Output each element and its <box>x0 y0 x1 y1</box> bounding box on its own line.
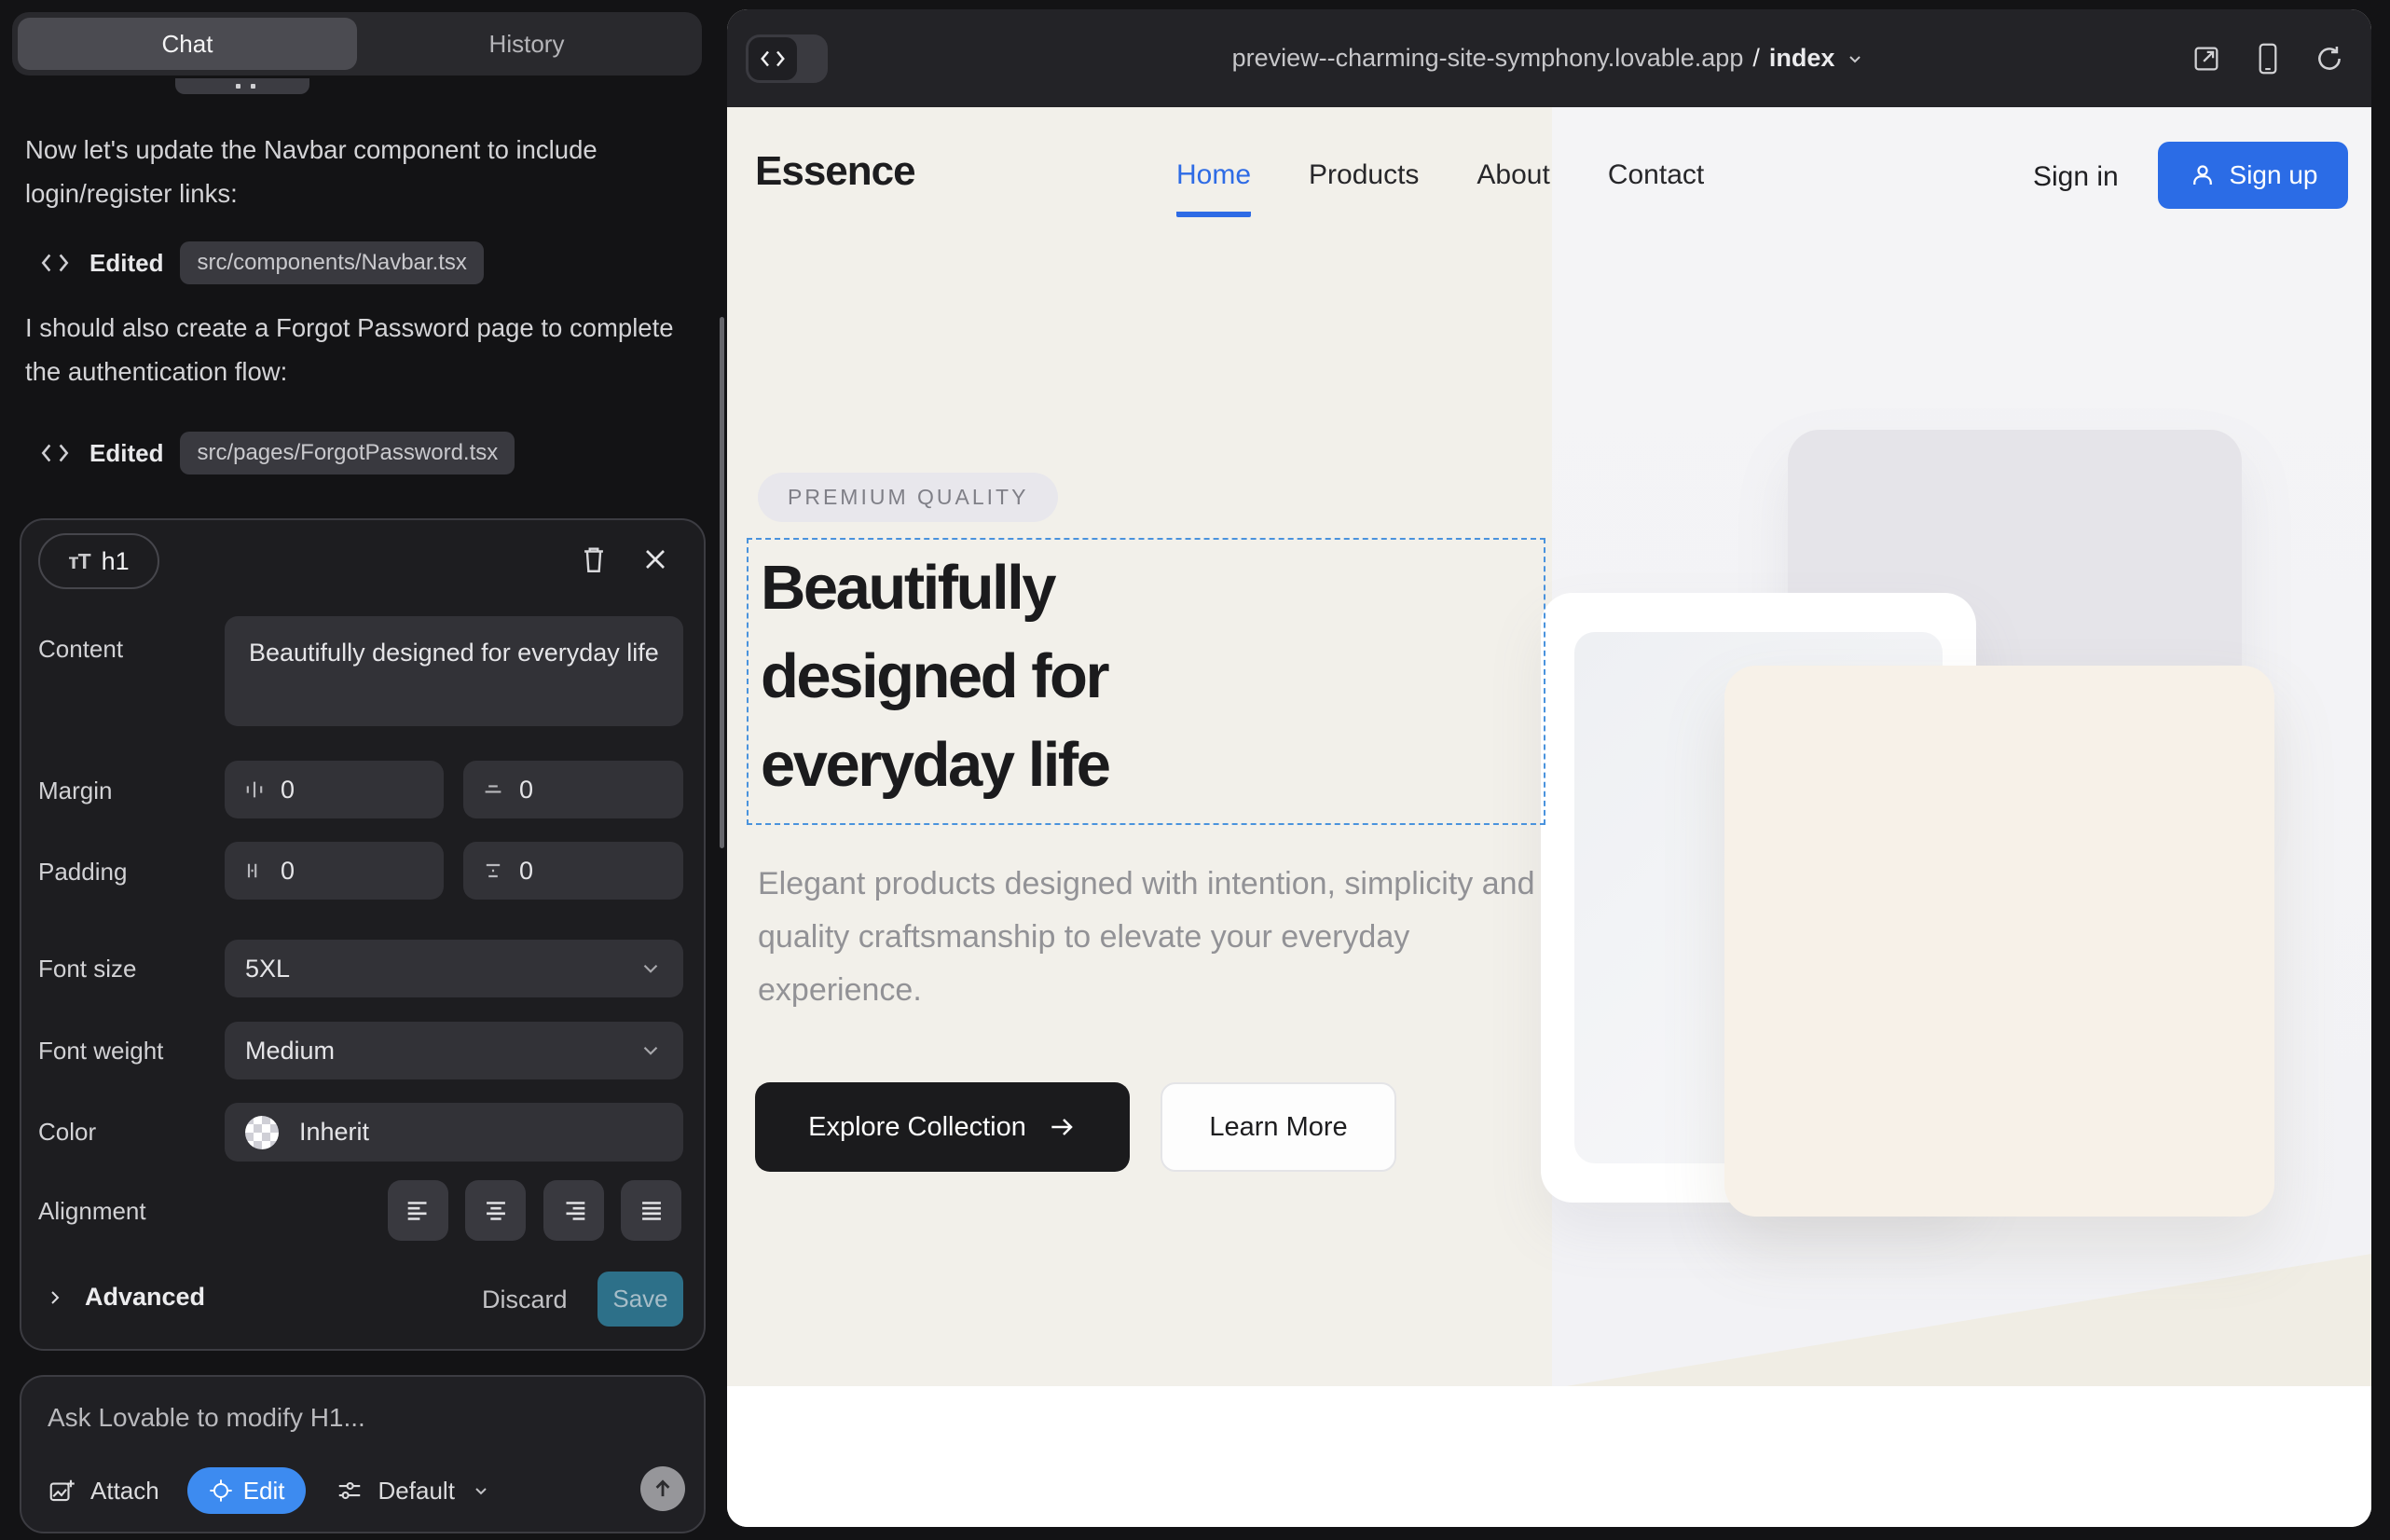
open-external-icon[interactable] <box>2191 43 2222 75</box>
discard-button[interactable]: Discard <box>482 1286 568 1314</box>
signup-button[interactable]: Sign up <box>2158 142 2348 209</box>
target-icon <box>208 1478 234 1504</box>
site-logo[interactable]: Essence <box>755 148 915 195</box>
edit-mode-button[interactable]: Edit <box>187 1467 306 1514</box>
url-separator: / <box>1752 44 1760 73</box>
code-icon <box>759 47 787 71</box>
site-nav: Home Products About Contact <box>1176 159 1704 217</box>
chat-composer: Ask Lovable to modify H1... Attach Edit … <box>20 1375 706 1533</box>
decor-card-cream <box>1724 666 2274 1217</box>
advanced-toggle[interactable]: Advanced <box>44 1283 205 1312</box>
hero-description: Elegant products designed with intention… <box>758 858 1578 1017</box>
chevron-down-icon <box>1844 48 1866 70</box>
align-justify-button[interactable] <box>621 1180 681 1241</box>
code-preview-toggle[interactable] <box>746 34 828 83</box>
signin-link[interactable]: Sign in <box>2033 161 2119 193</box>
edited-file-row: Edited src/pages/ForgotPassword.tsx <box>37 431 515 475</box>
nav-link-products[interactable]: Products <box>1309 159 1419 217</box>
send-button[interactable] <box>640 1466 685 1511</box>
padding-horizontal-icon <box>243 859 266 882</box>
url-path: index <box>1769 44 1835 73</box>
chat-scrollbar[interactable] <box>720 317 724 848</box>
content-label: Content <box>38 635 123 664</box>
hero-badge: PREMIUM QUALITY <box>758 473 1058 522</box>
margin-label: Margin <box>38 777 112 805</box>
nav-link-home[interactable]: Home <box>1176 159 1251 217</box>
chevron-down-icon <box>639 1038 663 1063</box>
padding-x-input[interactable]: 0 <box>225 842 444 900</box>
edited-label: Edited <box>89 249 163 278</box>
arrow-up-icon <box>650 1476 676 1502</box>
padding-y-input[interactable]: 0 <box>463 842 683 900</box>
refresh-icon[interactable] <box>2314 43 2345 75</box>
nav-link-contact[interactable]: Contact <box>1608 159 1704 217</box>
user-icon <box>2189 161 2217 189</box>
content-input[interactable]: Beautifully designed for everyday life <box>225 616 683 726</box>
url-domain: preview--charming-site-symphony.lovable.… <box>1232 44 1744 73</box>
section-below-hero <box>727 1386 2371 1527</box>
edited-file-row: Edited src/components/Navbar.tsx <box>37 241 484 285</box>
chevron-down-icon <box>639 956 663 981</box>
margin-x-input[interactable]: 0 <box>225 761 444 818</box>
nav-link-about[interactable]: About <box>1477 159 1549 217</box>
preview-browser: preview--charming-site-symphony.lovable.… <box>727 9 2371 1527</box>
padding-label: Padding <box>38 858 127 887</box>
learn-more-button[interactable]: Learn More <box>1161 1082 1396 1172</box>
sliders-icon <box>336 1477 364 1505</box>
chevron-right-icon <box>44 1286 66 1309</box>
tab-chat[interactable]: Chat <box>18 18 357 70</box>
attach-image-icon <box>48 1477 76 1505</box>
margin-vertical-icon <box>482 778 504 801</box>
font-weight-select[interactable]: Medium <box>225 1022 683 1079</box>
align-right-button[interactable] <box>543 1180 604 1241</box>
site-viewport: Essence Home Products About Contact Sign… <box>727 107 2371 1527</box>
save-button[interactable]: Save <box>598 1272 683 1327</box>
file-chip[interactable]: src/pages/ForgotPassword.tsx <box>180 432 515 474</box>
color-select[interactable]: Inherit <box>225 1103 683 1162</box>
font-weight-label: Font weight <box>38 1037 163 1066</box>
typography-icon: тT <box>68 549 89 574</box>
model-default-select[interactable]: Default <box>378 1477 455 1506</box>
chat-message: I should also create a Forgot Password p… <box>25 306 687 393</box>
align-center-button[interactable] <box>465 1180 526 1241</box>
element-editor-panel: тT h1 Content Beautifully designed for e… <box>20 518 706 1351</box>
code-view-segment[interactable] <box>749 37 797 80</box>
chat-message: Now let's update the Navbar component to… <box>25 128 687 215</box>
selection-outline[interactable] <box>747 538 1545 825</box>
truncated-chip <box>175 78 309 94</box>
tab-history[interactable]: History <box>357 18 696 70</box>
margin-horizontal-icon <box>243 778 266 801</box>
composer-input[interactable]: Ask Lovable to modify H1... <box>48 1403 365 1433</box>
padding-vertical-icon <box>482 859 504 882</box>
color-label: Color <box>38 1118 96 1147</box>
code-icon <box>37 245 73 281</box>
mobile-view-icon[interactable] <box>2254 42 2282 76</box>
arrow-right-icon <box>1047 1112 1077 1142</box>
chat-history-tabs: Chat History <box>12 12 702 76</box>
element-tag-pill: тT h1 <box>38 533 159 589</box>
file-chip[interactable]: src/components/Navbar.tsx <box>180 241 483 284</box>
close-icon[interactable] <box>635 539 676 580</box>
attach-button[interactable]: Attach <box>90 1477 159 1506</box>
chevron-down-icon <box>470 1479 492 1502</box>
alignment-label: Alignment <box>38 1197 146 1226</box>
element-tag-label: h1 <box>102 547 130 576</box>
explore-collection-button[interactable]: Explore Collection <box>755 1082 1130 1172</box>
code-icon <box>37 435 73 471</box>
font-size-select[interactable]: 5XL <box>225 940 683 997</box>
url-bar[interactable]: preview--charming-site-symphony.lovable.… <box>727 44 2371 73</box>
margin-y-input[interactable]: 0 <box>463 761 683 818</box>
color-swatch <box>245 1116 279 1149</box>
delete-element-button[interactable] <box>573 539 614 580</box>
align-left-button[interactable] <box>388 1180 448 1241</box>
edited-label: Edited <box>89 439 163 468</box>
browser-chrome-bar: preview--charming-site-symphony.lovable.… <box>727 9 2371 107</box>
font-size-label: Font size <box>38 955 137 983</box>
app-window: Chat History Now let's update the Navbar… <box>0 0 2390 1540</box>
